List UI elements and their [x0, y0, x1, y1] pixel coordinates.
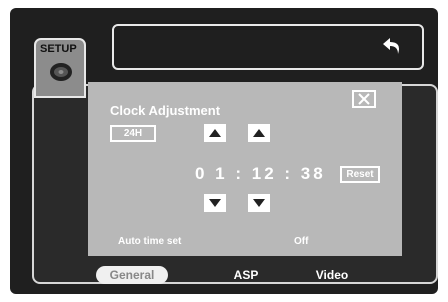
back-arrow-icon[interactable]	[380, 36, 404, 58]
disc-icon	[50, 63, 72, 81]
auto-time-set-label: Auto time set	[118, 236, 182, 247]
title-bar	[112, 24, 424, 70]
panel-title: Clock Adjustment	[110, 103, 221, 118]
close-button[interactable]	[352, 90, 376, 108]
setup-tab[interactable]: SETUP	[34, 38, 86, 98]
down-arrow-icon	[209, 199, 221, 207]
tab-general[interactable]: General	[96, 266, 168, 284]
setup-label: SETUP	[40, 43, 77, 55]
tab-bar: General ASP Video	[96, 266, 396, 284]
time-format-button[interactable]: 24H	[110, 125, 156, 142]
clock-adjustment-panel: Clock Adjustment 24H 0 1 : 12 : 38 Reset…	[88, 82, 402, 256]
clock-time-display: 0 1 : 12 : 38	[195, 164, 326, 183]
close-icon	[358, 93, 370, 105]
up-arrow-icon	[253, 129, 265, 137]
tab-asp[interactable]: ASP	[216, 266, 276, 284]
down-arrow-icon	[253, 199, 265, 207]
hour-down-button[interactable]	[204, 194, 226, 212]
reset-button[interactable]: Reset	[340, 166, 380, 183]
minute-down-button[interactable]	[248, 194, 270, 212]
up-arrow-icon	[209, 129, 221, 137]
minute-up-button[interactable]	[248, 124, 270, 142]
tab-video[interactable]: Video	[302, 266, 362, 284]
hour-up-button[interactable]	[204, 124, 226, 142]
auto-time-set-value[interactable]: Off	[294, 236, 308, 247]
